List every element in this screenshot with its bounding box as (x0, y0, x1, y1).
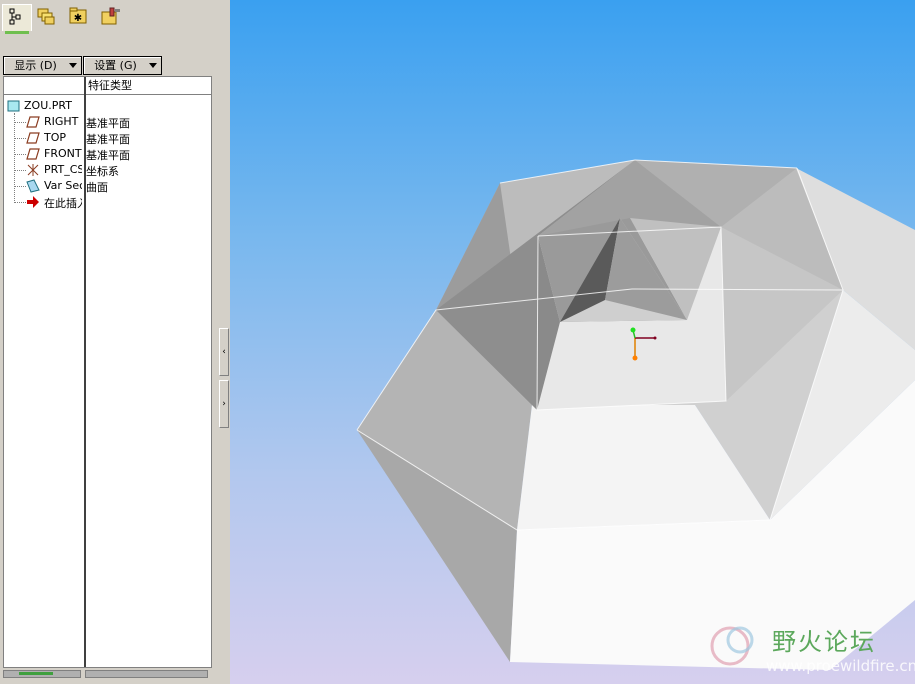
watermark-title: 野火论坛 (772, 628, 876, 656)
progress-bar (85, 670, 208, 678)
tab-favorites[interactable]: ✱ (64, 4, 92, 30)
datum-plane-icon (26, 148, 40, 160)
progress-bar (3, 670, 81, 678)
chevron-down-icon (69, 63, 77, 68)
tree-root-label: ZOU.PRT (24, 99, 72, 112)
svg-text:✱: ✱ (74, 13, 82, 24)
datum-plane-icon (26, 132, 40, 144)
tab-folder-browser[interactable] (32, 4, 60, 30)
tree-row[interactable]: FRONT 基准平面 (4, 146, 211, 162)
settings-dropdown-button[interactable]: 设置 (G) (83, 56, 162, 75)
show-dropdown-button[interactable]: 显示 (D) (3, 56, 82, 75)
tree-item-name: TOP (44, 131, 67, 144)
tree-item-name: Var Sect Sweep (44, 179, 82, 192)
collapse-left-button[interactable]: ‹ (219, 328, 229, 376)
graphics-viewport[interactable] (230, 0, 915, 684)
model-3d-view[interactable] (230, 0, 915, 684)
tree-item-name: 在此插入 (44, 197, 82, 210)
watermark-url: www.proewildfire.cn (766, 657, 915, 675)
favorites-icon: ✱ (69, 7, 87, 24)
part-icon (7, 100, 20, 112)
connections-icon (101, 7, 120, 25)
tree-item-name: PRT_CSYS_DEF (44, 163, 82, 176)
tree-root-row[interactable]: ZOU.PRT (4, 98, 211, 114)
tree-column-header-name[interactable] (4, 77, 84, 95)
insert-here-arrow-icon (27, 196, 39, 208)
tree-row[interactable]: TOP 基准平面 (4, 130, 211, 146)
tree-item-type: 坐标系 (86, 165, 119, 178)
surface-icon (26, 179, 40, 193)
tree-row-insert-here[interactable]: 在此插入 (4, 194, 211, 210)
tree-row[interactable]: Var Sect Sweep 曲面 (4, 178, 211, 194)
tab-connections[interactable] (96, 4, 124, 30)
tree-item-type: 基准平面 (86, 133, 130, 146)
coordinate-system-icon (27, 164, 39, 176)
tree-item-type: 基准平面 (86, 117, 130, 130)
show-dropdown-label: 显示 (D) (14, 59, 57, 72)
expand-right-button[interactable]: › (219, 380, 229, 428)
chevron-down-icon (149, 63, 157, 68)
tree-item-name: RIGHT (44, 115, 79, 128)
tree-row[interactable]: RIGHT 基准平面 (4, 114, 211, 130)
navigator-tabbar: ✱ (0, 0, 216, 34)
status-bars (3, 668, 210, 680)
tree-item-type: 曲面 (86, 181, 108, 194)
settings-dropdown-label: 设置 (G) (94, 59, 137, 72)
tree-item-name: FRONT (44, 147, 82, 160)
model-tree[interactable]: 特征类型 ZOU.PRT RIGHT 基准平面 TOP 基准平面 FRONT 基… (3, 76, 212, 668)
datum-plane-icon (26, 116, 40, 128)
tab-model-tree[interactable] (2, 4, 32, 34)
tree-column-header-type[interactable]: 特征类型 (86, 77, 211, 95)
panel-sash[interactable]: ‹ › (216, 0, 230, 684)
folder-browser-icon (37, 8, 55, 25)
tree-row[interactable]: PRT_CSYS_DEF 坐标系 (4, 162, 211, 178)
model-tree-icon (9, 8, 21, 25)
navigator-panel: ✱ 显示 (D) 设置 (G) 特征类型 ZOU.PRT RIGHT 基准平面 … (0, 0, 216, 684)
tree-item-type: 基准平面 (86, 149, 130, 162)
